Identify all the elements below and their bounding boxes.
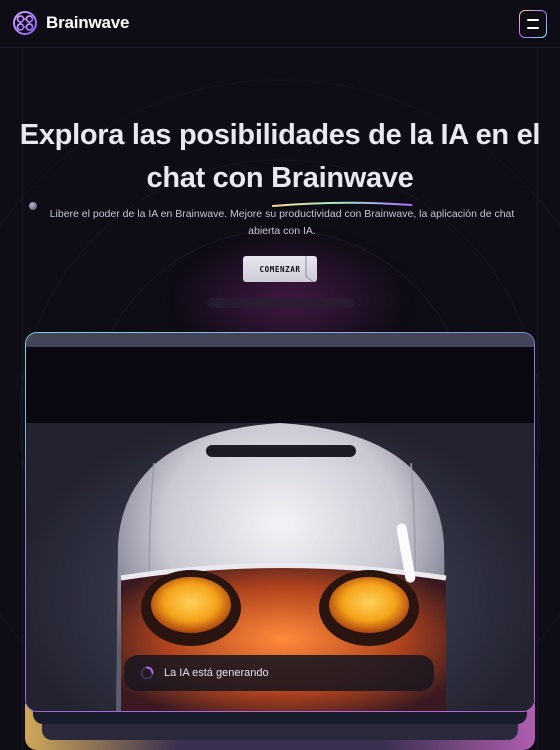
hero-subtitle: Libere el poder de la IA en Brainwave. M… [49,208,515,237]
get-started-label: COMENZAR [259,264,301,274]
brand-name: Brainwave [46,13,130,32]
get-started-button[interactable]: COMENZAR [243,256,317,282]
loading-spinner-icon [140,666,154,680]
showcase-header-area [26,347,534,423]
showcase-card: La IA está generando [25,332,535,712]
menu-button[interactable] [519,10,547,38]
ghost-bar-decoration [207,298,355,308]
brain-icon [13,11,37,35]
hamburger-icon [527,19,539,21]
hamburger-icon-line [527,27,539,29]
decorative-orb [29,202,37,210]
hero-title-highlight: Brainwave [271,157,414,207]
hero-title: Explora las posibilidades de la IA en el… [0,114,560,207]
ai-status-pill: La IA está generando [124,655,434,691]
button-corner-decoration [305,256,314,282]
hero-title-highlight-text: Brainwave [271,162,414,194]
top-navbar: Brainwave [0,0,560,48]
showcase-topbar [26,333,534,347]
ai-status-text: La IA está generando [164,667,269,679]
brand-logo[interactable]: Brainwave [12,10,129,36]
